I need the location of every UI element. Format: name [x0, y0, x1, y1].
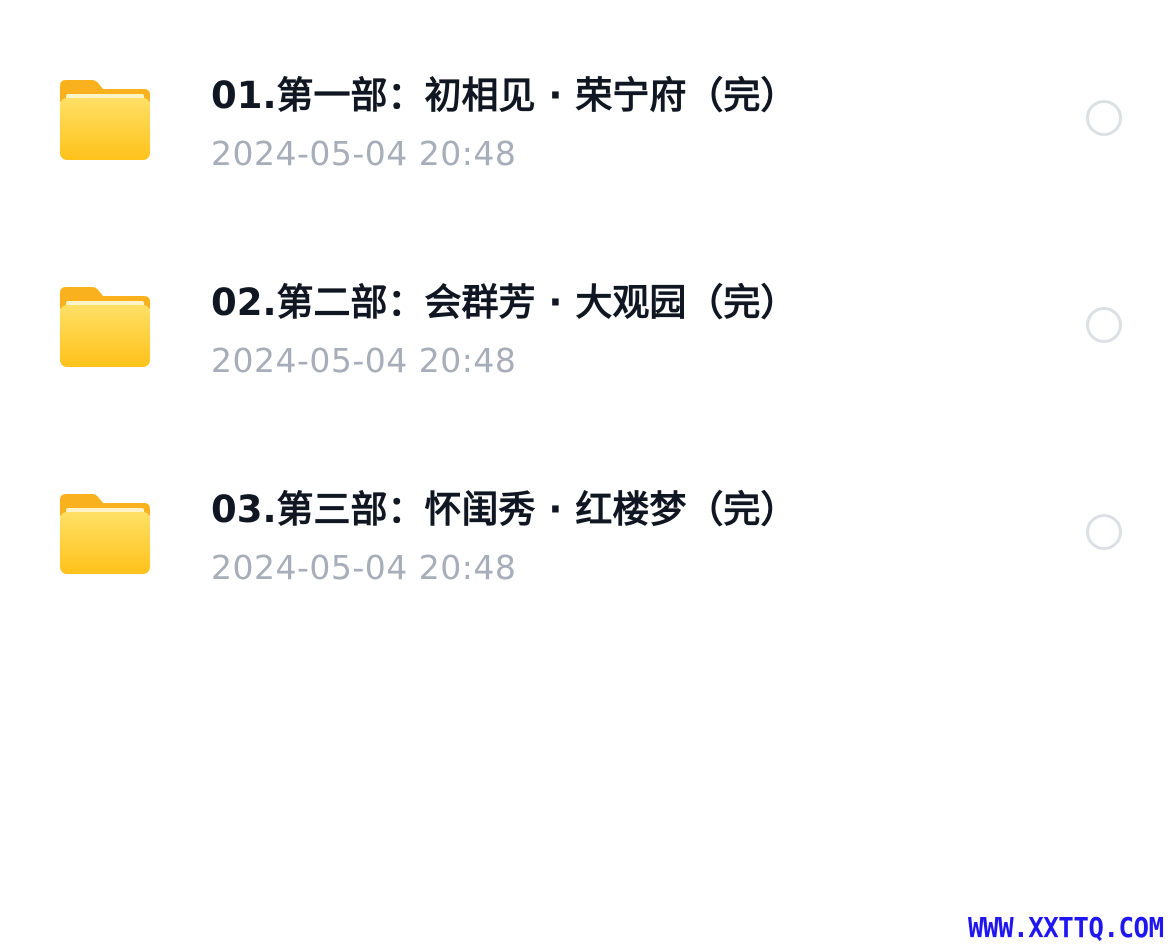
file-row-3[interactable]: 03.第三部：怀闺秀 · 红楼梦（完） 2024-05-04 20:48 — [0, 488, 1170, 654]
watermark: WWW.XXTTQ.COM — [968, 911, 1164, 944]
file-name: 01.第一部：初相见 · 荣宁府（完） — [211, 74, 798, 117]
folder-icon — [60, 494, 150, 574]
file-name: 02.第二部：会群芳 · 大观园（完） — [211, 281, 798, 324]
folder-icon — [60, 287, 150, 367]
select-radio-button[interactable] — [1086, 100, 1122, 136]
file-row-2[interactable]: 02.第二部：会群芳 · 大观园（完） 2024-05-04 20:48 — [0, 281, 1170, 447]
select-radio-button[interactable] — [1086, 514, 1122, 550]
select-radio-button[interactable] — [1086, 307, 1122, 343]
file-row-1[interactable]: 01.第一部：初相见 · 荣宁府（完） 2024-05-04 20:48 — [0, 74, 1170, 240]
folder-icon — [60, 80, 150, 160]
file-modified-time: 2024-05-04 20:48 — [211, 341, 517, 380]
file-modified-time: 2024-05-04 20:48 — [211, 134, 517, 173]
file-name: 03.第三部：怀闺秀 · 红楼梦（完） — [211, 488, 798, 531]
file-modified-time: 2024-05-04 20:48 — [211, 548, 517, 587]
